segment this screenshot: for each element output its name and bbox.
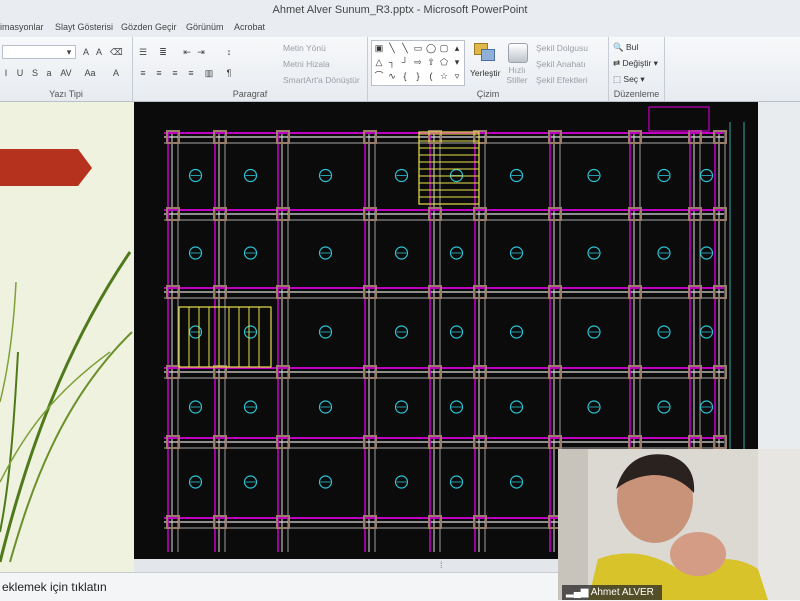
font-group: ▾ A A ⌫ I U S a AV Aa A Yazı Tipi (0, 37, 133, 101)
tab-slide-show[interactable]: Slayt Gösterisi (55, 22, 113, 32)
editing-group-label: Düzenleme (613, 89, 660, 99)
tab-view[interactable]: Görünüm (186, 22, 224, 32)
bullets-icon[interactable]: ☰ (137, 47, 149, 58)
slide-decoration (0, 149, 133, 563)
find-button[interactable]: 🔍 Bul (613, 42, 638, 53)
text-direction-button[interactable]: Metin Yönü (283, 43, 326, 53)
align-text-button[interactable]: Metni Hizala (283, 59, 330, 69)
arrow-up-icon[interactable]: ⇧ (426, 57, 436, 67)
shadow-icon[interactable]: a (43, 68, 55, 79)
window-title: Ahmet Alver Sunum_R3.pptx - Microsoft Po… (0, 0, 800, 20)
shapes-gallery[interactable]: ▣ ╲ ╲ ▭ ◯ ▢ △ ┐ ┘ ⇨ ⇧ ⬠ ⌒ ∿ { } ( ☆ ▴ ▾ … (371, 40, 465, 86)
rectangle-icon[interactable]: ▭ (413, 43, 423, 53)
title-arrow-shape (0, 149, 92, 186)
curve-icon[interactable]: ⌒ (374, 71, 384, 81)
participant-name: ▂▄▆ Ahmet ALVER (562, 585, 662, 600)
chevron-down-icon[interactable]: ▾ (63, 47, 75, 58)
shape-outline-button[interactable]: Şekil Anahatı (536, 59, 586, 69)
decrease-indent-icon[interactable]: ⇤ (181, 47, 193, 58)
connector-icon[interactable]: ┐ (387, 57, 397, 67)
numbering-icon[interactable]: ≣ (157, 47, 169, 58)
justify-icon[interactable]: ≡ (185, 68, 197, 79)
rounded-rect-icon[interactable]: ▢ (439, 43, 449, 53)
font-group-label: Yazı Tipi (49, 89, 83, 99)
align-center-icon[interactable]: ≡ (153, 68, 165, 79)
paragraph-group: ☰ ≣ ⇤ ⇥ ↕ ≡ ≡ ≡ ≡ ▥ ¶ Metin Yönü Metni H… (133, 37, 368, 101)
drawing-group-label: Çizim (476, 89, 500, 99)
quick-styles-icon[interactable] (508, 43, 528, 63)
font-color-icon[interactable]: A (110, 68, 122, 79)
slide-bottom-bar: ⁞ (134, 559, 558, 572)
arrange-button[interactable]: Yerleştir (470, 68, 500, 78)
paragraph-group-label: Paragraf (232, 89, 268, 99)
more-icon[interactable]: ▿ (452, 71, 462, 81)
line-spacing-icon[interactable]: ↕ (223, 47, 235, 58)
select-button[interactable]: ⬚ Seç ▾ (613, 74, 645, 85)
shape-effects-button[interactable]: Şekil Efektleri (536, 75, 588, 85)
participant-name-label: Ahmet ALVER (590, 587, 654, 598)
select-label: Seç (623, 74, 639, 84)
notes-placeholder: eklemek için tıklatın (2, 580, 107, 594)
triangle-icon[interactable]: △ (374, 57, 384, 67)
scroll-up-icon[interactable]: ▴ (452, 43, 462, 53)
char-spacing-icon[interactable]: AV (60, 68, 72, 79)
align-left-icon[interactable]: ≡ (137, 68, 149, 79)
curve-icon[interactable]: ∿ (387, 71, 397, 81)
tab-review[interactable]: Gözden Geçir (121, 22, 177, 32)
smartart-button[interactable]: SmartArt'a Dönüştür (283, 75, 360, 85)
replace-button[interactable]: ⇄ Değiştir ▾ (613, 58, 658, 69)
align-right-icon[interactable]: ≡ (169, 68, 181, 79)
grow-font-icon[interactable]: A (80, 47, 92, 58)
textbox-icon[interactable]: ▣ (374, 43, 384, 53)
change-case-icon[interactable]: Aa (84, 68, 96, 79)
scroll-down-icon[interactable]: ▾ (452, 57, 462, 67)
shrink-font-icon[interactable]: A (93, 47, 105, 58)
detail-box (648, 106, 710, 132)
ribbon: ▾ A A ⌫ I U S a AV Aa A Yazı Tipi ☰ ≣ ⇤ … (0, 37, 800, 102)
connector-icon[interactable]: ┘ (400, 57, 410, 67)
tab-animations[interactable]: imasyonlar (0, 22, 44, 32)
italic-icon[interactable]: I (0, 68, 12, 79)
strike-icon[interactable]: S (29, 68, 41, 79)
star-icon[interactable]: ☆ (439, 71, 449, 81)
oval-icon[interactable]: ◯ (426, 43, 436, 53)
webcam-video: ▂▄▆ Ahmet ALVER (558, 449, 800, 600)
replace-label: Değiştir (622, 58, 652, 68)
find-label: Bul (625, 42, 639, 52)
tab-acrobat[interactable]: Acrobat (234, 22, 265, 32)
clear-format-icon[interactable]: ⌫ (110, 47, 123, 58)
ribbon-tabs: imasyonlar Slayt Gösterisi Gözden Geçir … (0, 20, 800, 38)
brace-icon[interactable]: ( (426, 71, 436, 81)
underline-icon[interactable]: U (14, 68, 26, 79)
signal-icon: ▂▄▆ (566, 587, 591, 598)
rtl-icon[interactable]: ¶ (223, 68, 235, 79)
arrow-right-icon[interactable]: ⇨ (413, 57, 423, 67)
increase-indent-icon[interactable]: ⇥ (195, 47, 207, 58)
shape-fill-button[interactable]: Şekil Dolgusu (536, 43, 588, 53)
quick-styles-button[interactable]: Hızlı Stiller (506, 65, 528, 85)
line-icon[interactable]: ╲ (387, 43, 397, 53)
arrange-icon[interactable] (472, 41, 496, 63)
presenter-photo (558, 449, 800, 600)
brace-icon[interactable]: } (413, 71, 423, 81)
editing-group: 🔍 Bul ⇄ Değiştir ▾ ⬚ Seç ▾ Düzenleme (609, 37, 665, 101)
resize-handle-icon[interactable]: ⁞ (440, 560, 443, 570)
brace-icon[interactable]: { (400, 71, 410, 81)
columns-icon[interactable]: ▥ (203, 68, 215, 79)
line-icon[interactable]: ╲ (400, 43, 410, 53)
slide-left-panel (0, 102, 134, 572)
drawing-group: ▣ ╲ ╲ ▭ ◯ ▢ △ ┐ ┘ ⇨ ⇧ ⬠ ⌒ ∿ { } ( ☆ ▴ ▾ … (368, 37, 609, 101)
pentagon-icon[interactable]: ⬠ (439, 57, 449, 67)
